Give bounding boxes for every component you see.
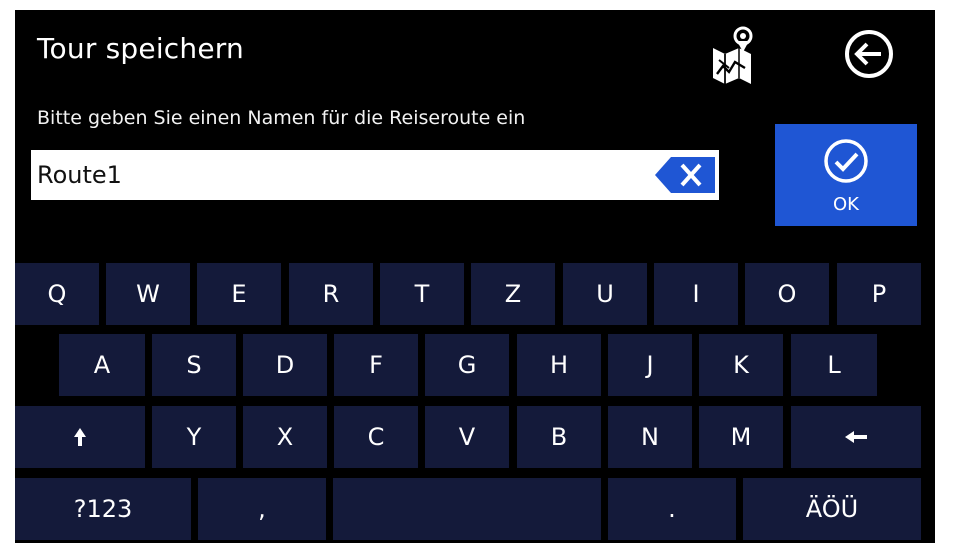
clear-input-button[interactable] <box>655 155 715 195</box>
key-w[interactable]: W <box>106 263 190 325</box>
shift-key[interactable] <box>15 406 145 468</box>
key-g[interactable]: G <box>425 334 509 396</box>
key-a[interactable]: A <box>59 334 145 396</box>
ok-button-label: OK <box>833 194 859 215</box>
key-n[interactable]: N <box>608 406 692 468</box>
backspace-key[interactable] <box>791 406 921 468</box>
key-l[interactable]: L <box>791 334 877 396</box>
space-key[interactable] <box>333 478 601 540</box>
back-arrow-icon <box>845 30 893 78</box>
umlaut-key[interactable]: ÄÖÜ <box>743 478 921 540</box>
back-button[interactable] <box>843 28 895 80</box>
key-k[interactable]: K <box>699 334 783 396</box>
key-i[interactable]: I <box>654 263 738 325</box>
shift-arrow-icon <box>74 428 86 446</box>
key-m[interactable]: M <box>699 406 783 468</box>
key-f[interactable]: F <box>334 334 418 396</box>
key-d[interactable]: D <box>243 334 327 396</box>
key-r[interactable]: R <box>289 263 373 325</box>
on-screen-keyboard: Q W E R T Z U I O P A S D F G H J K L Y … <box>15 260 935 543</box>
period-key[interactable]: . <box>608 478 736 540</box>
key-c[interactable]: C <box>334 406 418 468</box>
comma-key[interactable]: , <box>198 478 326 540</box>
input-prompt: Bitte geben Sie einen Namen für die Reis… <box>37 107 526 129</box>
key-s[interactable]: S <box>152 334 236 396</box>
key-j[interactable]: J <box>608 334 692 396</box>
route-name-input[interactable] <box>31 150 651 200</box>
key-q[interactable]: Q <box>15 263 99 325</box>
key-t[interactable]: T <box>380 263 464 325</box>
key-o[interactable]: O <box>745 263 829 325</box>
clear-backspace-icon <box>655 157 715 193</box>
map-route-icon[interactable] <box>711 24 755 86</box>
key-p[interactable]: P <box>837 263 921 325</box>
key-b[interactable]: B <box>517 406 601 468</box>
key-e[interactable]: E <box>197 263 281 325</box>
check-circle-icon <box>824 139 868 183</box>
save-tour-screen: Tour speichern Bitte geben Sie einen Nam… <box>15 10 935 543</box>
key-h[interactable]: H <box>517 334 601 396</box>
page-title: Tour speichern <box>37 32 244 65</box>
key-v[interactable]: V <box>425 406 509 468</box>
ok-button[interactable]: OK <box>775 124 917 226</box>
symbols-key[interactable]: ?123 <box>15 478 191 540</box>
route-name-field-container <box>31 150 719 200</box>
key-z[interactable]: Z <box>471 263 555 325</box>
key-x[interactable]: X <box>243 406 327 468</box>
backspace-arrow-icon <box>845 431 867 443</box>
key-y[interactable]: Y <box>152 406 236 468</box>
key-u[interactable]: U <box>563 263 647 325</box>
